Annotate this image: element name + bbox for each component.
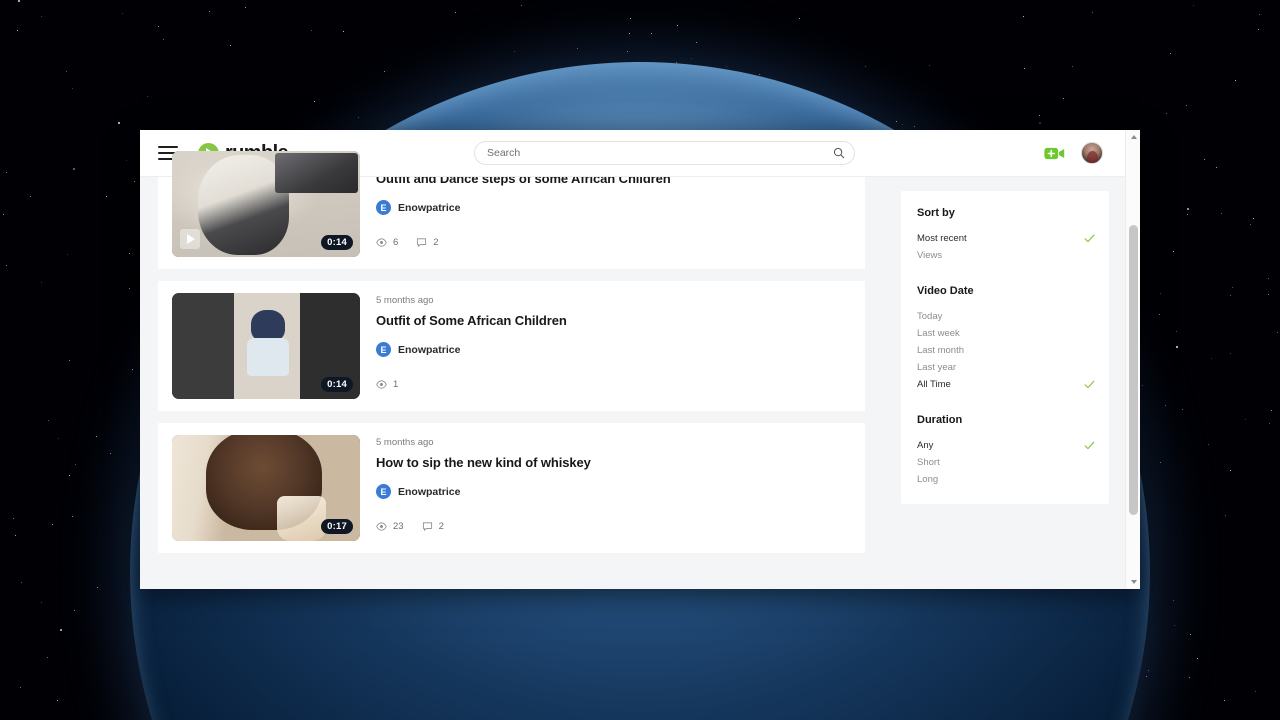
eye-icon xyxy=(376,238,387,247)
filter-group: Sort by Most recent Views xyxy=(917,207,1095,264)
filter-option[interactable]: Long xyxy=(917,471,1095,488)
channel-name: Enowpatrice xyxy=(398,485,461,498)
video-meta: 5 months ago Outfit of Some African Child… xyxy=(376,293,851,399)
filter-option[interactable]: Last week xyxy=(917,325,1095,342)
video-result-card[interactable]: 0:17 5 months ago How to sip the new kind … xyxy=(158,423,865,553)
browser-window: rumble xyxy=(140,130,1140,589)
filter-option[interactable]: Short xyxy=(917,454,1095,471)
vertical-scrollbar[interactable] xyxy=(1125,130,1140,589)
channel-link[interactable]: E Enowpatrice xyxy=(376,484,851,499)
video-age: 5 months ago xyxy=(376,295,434,306)
filter-option[interactable]: Last month xyxy=(917,342,1095,359)
scroll-up-arrow-icon[interactable] xyxy=(1126,130,1140,144)
checkmark-icon xyxy=(1084,380,1095,389)
filter-option[interactable]: Views xyxy=(917,247,1095,264)
upload-video-icon[interactable] xyxy=(1044,146,1065,161)
comment-count-value: 2 xyxy=(433,237,439,248)
channel-avatar: E xyxy=(376,200,391,215)
scroll-down-arrow-icon[interactable] xyxy=(1126,575,1140,589)
eye-icon xyxy=(376,522,387,531)
view-count-value: 6 xyxy=(393,237,399,248)
view-count: 23 xyxy=(376,521,404,532)
filter-group: Video Date Today Last week Last month Last y… xyxy=(917,285,1095,393)
play-icon[interactable] xyxy=(180,229,200,249)
video-thumbnail[interactable]: 0:14 xyxy=(172,293,360,399)
comment-icon xyxy=(422,522,432,531)
comment-count: 2 xyxy=(416,237,439,248)
checkmark-icon xyxy=(1084,234,1095,243)
video-stats: 62 xyxy=(376,237,851,248)
filters-sidebar: Sort by Most recent Views Video Date Today La… xyxy=(883,177,1125,504)
filter-group-title: Duration xyxy=(917,414,963,426)
filter-option[interactable]: Most recent xyxy=(917,230,1095,247)
filter-option[interactable]: Last year xyxy=(917,359,1095,376)
filter-option-label: Today xyxy=(917,311,943,322)
comment-icon xyxy=(417,238,427,247)
video-result-card[interactable]: 0:14 5 months ago Outfit of Some African C… xyxy=(158,281,865,411)
filter-option-label: Most recent xyxy=(917,233,967,244)
view-count: 1 xyxy=(376,379,398,390)
video-duration-badge: 0:17 xyxy=(321,519,353,534)
filter-option-label: Any xyxy=(917,440,934,451)
page-body: 0:145 months agoOutfit and Dance steps o… xyxy=(140,139,1125,589)
checkmark-icon xyxy=(1084,441,1095,450)
view-count-value: 1 xyxy=(393,379,399,390)
filter-group: Duration Any Short Long xyxy=(917,414,1095,488)
filter-option-label: Last month xyxy=(917,345,964,356)
filter-option[interactable]: Today xyxy=(917,308,1095,325)
video-duration-badge: 0:14 xyxy=(321,235,353,250)
view-count-value: 23 xyxy=(393,521,404,532)
eye-icon xyxy=(376,380,387,389)
search-bar xyxy=(474,141,855,165)
filter-option-label: Last week xyxy=(917,328,960,339)
filter-option-label: Long xyxy=(917,474,939,485)
channel-avatar: E xyxy=(376,342,391,357)
channel-link[interactable]: E Enowpatrice xyxy=(376,200,851,215)
filter-option-label: All Time xyxy=(917,379,951,390)
channel-link[interactable]: E Enowpatrice xyxy=(376,342,851,357)
video-thumbnail[interactable]: 0:14 xyxy=(172,151,360,257)
comment-count-value: 2 xyxy=(438,521,444,532)
search-results-list: 0:145 months agoOutfit and Dance steps o… xyxy=(140,139,883,565)
channel-name: Enowpatrice xyxy=(398,201,461,214)
video-title[interactable]: How to sip the new kind of whiskey xyxy=(376,455,851,470)
channel-name: Enowpatrice xyxy=(398,343,461,356)
search-input[interactable] xyxy=(487,147,833,159)
header-actions xyxy=(1044,142,1103,164)
video-title[interactable]: Outfit of Some African Children xyxy=(376,313,851,328)
channel-avatar: E xyxy=(376,484,391,499)
filter-option[interactable]: All Time xyxy=(917,376,1095,393)
video-thumbnail[interactable]: 0:17 xyxy=(172,435,360,541)
video-age: 5 months ago xyxy=(376,437,434,448)
filters-card: Sort by Most recent Views Video Date Today La… xyxy=(901,191,1109,504)
video-duration-badge: 0:14 xyxy=(321,377,353,392)
desktop-background: rumble xyxy=(0,0,1280,720)
search-icon[interactable] xyxy=(833,147,845,159)
comment-count: 2 xyxy=(422,521,444,532)
avatar[interactable] xyxy=(1081,142,1103,164)
filter-option-label: Last year xyxy=(917,362,957,373)
filter-option-label: Short xyxy=(917,457,940,468)
video-stats: 23 2 xyxy=(376,521,851,532)
filter-group-title: Sort by xyxy=(917,207,955,219)
search-box[interactable] xyxy=(474,141,855,165)
filter-group-title: Video Date xyxy=(917,285,974,297)
filter-option-label: Views xyxy=(917,250,943,261)
filter-option[interactable]: Any xyxy=(917,437,1095,454)
video-meta: 5 months ago How to sip the new kind of w… xyxy=(376,435,851,541)
view-count: 6 xyxy=(376,237,398,248)
scrollbar-thumb[interactable] xyxy=(1129,225,1138,515)
video-stats: 1 xyxy=(376,379,851,390)
browser-viewport: rumble xyxy=(140,130,1125,589)
